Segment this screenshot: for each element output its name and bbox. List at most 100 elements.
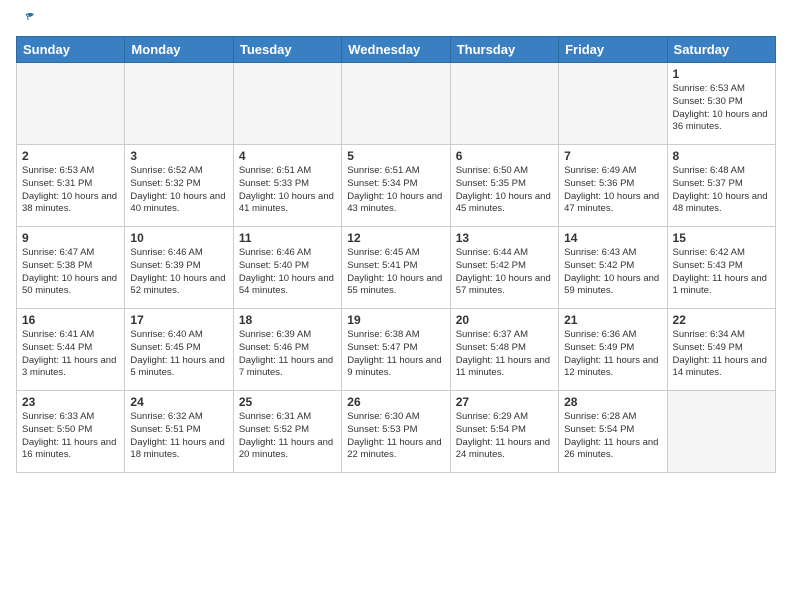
day-number: 14 [564, 231, 661, 245]
day-info: Sunrise: 6:33 AMSunset: 5:50 PMDaylight:… [22, 411, 116, 460]
day-number: 9 [22, 231, 119, 245]
day-number: 10 [130, 231, 227, 245]
calendar-cell: 3 Sunrise: 6:52 AMSunset: 5:32 PMDayligh… [125, 145, 233, 227]
calendar-cell: 13 Sunrise: 6:44 AMSunset: 5:42 PMDaylig… [450, 227, 558, 309]
weekday-header-monday: Monday [125, 37, 233, 63]
day-number: 23 [22, 395, 119, 409]
day-info: Sunrise: 6:51 AMSunset: 5:33 PMDaylight:… [239, 165, 334, 214]
day-number: 16 [22, 313, 119, 327]
calendar-cell: 24 Sunrise: 6:32 AMSunset: 5:51 PMDaylig… [125, 391, 233, 473]
day-info: Sunrise: 6:31 AMSunset: 5:52 PMDaylight:… [239, 411, 333, 460]
calendar-cell: 23 Sunrise: 6:33 AMSunset: 5:50 PMDaylig… [17, 391, 125, 473]
calendar-week-4: 16 Sunrise: 6:41 AMSunset: 5:44 PMDaylig… [17, 309, 776, 391]
day-info: Sunrise: 6:46 AMSunset: 5:39 PMDaylight:… [130, 247, 225, 296]
day-number: 17 [130, 313, 227, 327]
day-info: Sunrise: 6:44 AMSunset: 5:42 PMDaylight:… [456, 247, 551, 296]
calendar-cell: 14 Sunrise: 6:43 AMSunset: 5:42 PMDaylig… [559, 227, 667, 309]
calendar-cell: 2 Sunrise: 6:53 AMSunset: 5:31 PMDayligh… [17, 145, 125, 227]
logo [16, 16, 36, 24]
day-number: 26 [347, 395, 444, 409]
day-info: Sunrise: 6:47 AMSunset: 5:38 PMDaylight:… [22, 247, 117, 296]
day-number: 6 [456, 149, 553, 163]
day-info: Sunrise: 6:49 AMSunset: 5:36 PMDaylight:… [564, 165, 659, 214]
day-number: 19 [347, 313, 444, 327]
day-number: 27 [456, 395, 553, 409]
weekday-header-wednesday: Wednesday [342, 37, 450, 63]
day-number: 28 [564, 395, 661, 409]
day-info: Sunrise: 6:43 AMSunset: 5:42 PMDaylight:… [564, 247, 659, 296]
day-info: Sunrise: 6:46 AMSunset: 5:40 PMDaylight:… [239, 247, 334, 296]
calendar-cell: 22 Sunrise: 6:34 AMSunset: 5:49 PMDaylig… [667, 309, 775, 391]
day-info: Sunrise: 6:50 AMSunset: 5:35 PMDaylight:… [456, 165, 551, 214]
calendar-cell [559, 63, 667, 145]
day-info: Sunrise: 6:42 AMSunset: 5:43 PMDaylight:… [673, 247, 767, 296]
calendar-cell: 17 Sunrise: 6:40 AMSunset: 5:45 PMDaylig… [125, 309, 233, 391]
day-info: Sunrise: 6:53 AMSunset: 5:31 PMDaylight:… [22, 165, 117, 214]
day-info: Sunrise: 6:45 AMSunset: 5:41 PMDaylight:… [347, 247, 442, 296]
day-info: Sunrise: 6:28 AMSunset: 5:54 PMDaylight:… [564, 411, 658, 460]
calendar-cell: 4 Sunrise: 6:51 AMSunset: 5:33 PMDayligh… [233, 145, 341, 227]
day-number: 13 [456, 231, 553, 245]
weekday-header-row: SundayMondayTuesdayWednesdayThursdayFrid… [17, 37, 776, 63]
calendar-cell: 10 Sunrise: 6:46 AMSunset: 5:39 PMDaylig… [125, 227, 233, 309]
calendar-week-2: 2 Sunrise: 6:53 AMSunset: 5:31 PMDayligh… [17, 145, 776, 227]
day-number: 21 [564, 313, 661, 327]
page-header [16, 16, 776, 24]
calendar-cell [342, 63, 450, 145]
calendar-cell: 18 Sunrise: 6:39 AMSunset: 5:46 PMDaylig… [233, 309, 341, 391]
day-info: Sunrise: 6:38 AMSunset: 5:47 PMDaylight:… [347, 329, 441, 378]
calendar-cell: 28 Sunrise: 6:28 AMSunset: 5:54 PMDaylig… [559, 391, 667, 473]
day-number: 5 [347, 149, 444, 163]
calendar-cell: 19 Sunrise: 6:38 AMSunset: 5:47 PMDaylig… [342, 309, 450, 391]
day-info: Sunrise: 6:53 AMSunset: 5:30 PMDaylight:… [673, 83, 768, 132]
day-number: 22 [673, 313, 770, 327]
calendar-cell: 5 Sunrise: 6:51 AMSunset: 5:34 PMDayligh… [342, 145, 450, 227]
day-number: 24 [130, 395, 227, 409]
calendar-week-5: 23 Sunrise: 6:33 AMSunset: 5:50 PMDaylig… [17, 391, 776, 473]
calendar-cell [17, 63, 125, 145]
day-number: 4 [239, 149, 336, 163]
calendar-cell: 21 Sunrise: 6:36 AMSunset: 5:49 PMDaylig… [559, 309, 667, 391]
day-info: Sunrise: 6:34 AMSunset: 5:49 PMDaylight:… [673, 329, 767, 378]
day-info: Sunrise: 6:36 AMSunset: 5:49 PMDaylight:… [564, 329, 658, 378]
day-info: Sunrise: 6:48 AMSunset: 5:37 PMDaylight:… [673, 165, 768, 214]
weekday-header-friday: Friday [559, 37, 667, 63]
day-info: Sunrise: 6:32 AMSunset: 5:51 PMDaylight:… [130, 411, 224, 460]
calendar-cell: 16 Sunrise: 6:41 AMSunset: 5:44 PMDaylig… [17, 309, 125, 391]
weekday-header-saturday: Saturday [667, 37, 775, 63]
day-info: Sunrise: 6:29 AMSunset: 5:54 PMDaylight:… [456, 411, 550, 460]
calendar-cell: 8 Sunrise: 6:48 AMSunset: 5:37 PMDayligh… [667, 145, 775, 227]
day-number: 15 [673, 231, 770, 245]
calendar-cell: 15 Sunrise: 6:42 AMSunset: 5:43 PMDaylig… [667, 227, 775, 309]
calendar-cell [450, 63, 558, 145]
calendar-cell: 6 Sunrise: 6:50 AMSunset: 5:35 PMDayligh… [450, 145, 558, 227]
day-number: 2 [22, 149, 119, 163]
calendar-cell [233, 63, 341, 145]
calendar-week-1: 1 Sunrise: 6:53 AMSunset: 5:30 PMDayligh… [17, 63, 776, 145]
calendar-cell: 27 Sunrise: 6:29 AMSunset: 5:54 PMDaylig… [450, 391, 558, 473]
day-number: 3 [130, 149, 227, 163]
calendar-cell: 7 Sunrise: 6:49 AMSunset: 5:36 PMDayligh… [559, 145, 667, 227]
day-info: Sunrise: 6:41 AMSunset: 5:44 PMDaylight:… [22, 329, 116, 378]
day-info: Sunrise: 6:37 AMSunset: 5:48 PMDaylight:… [456, 329, 550, 378]
day-info: Sunrise: 6:51 AMSunset: 5:34 PMDaylight:… [347, 165, 442, 214]
day-number: 18 [239, 313, 336, 327]
calendar-cell: 20 Sunrise: 6:37 AMSunset: 5:48 PMDaylig… [450, 309, 558, 391]
weekday-header-sunday: Sunday [17, 37, 125, 63]
calendar-week-3: 9 Sunrise: 6:47 AMSunset: 5:38 PMDayligh… [17, 227, 776, 309]
day-info: Sunrise: 6:40 AMSunset: 5:45 PMDaylight:… [130, 329, 224, 378]
logo-bird-icon [16, 12, 36, 28]
calendar-cell [667, 391, 775, 473]
calendar-table: SundayMondayTuesdayWednesdayThursdayFrid… [16, 36, 776, 473]
calendar-cell: 12 Sunrise: 6:45 AMSunset: 5:41 PMDaylig… [342, 227, 450, 309]
calendar-cell: 26 Sunrise: 6:30 AMSunset: 5:53 PMDaylig… [342, 391, 450, 473]
calendar-cell [125, 63, 233, 145]
day-number: 12 [347, 231, 444, 245]
day-number: 11 [239, 231, 336, 245]
day-number: 1 [673, 67, 770, 81]
weekday-header-thursday: Thursday [450, 37, 558, 63]
weekday-header-tuesday: Tuesday [233, 37, 341, 63]
calendar-cell: 1 Sunrise: 6:53 AMSunset: 5:30 PMDayligh… [667, 63, 775, 145]
day-number: 8 [673, 149, 770, 163]
calendar-cell: 9 Sunrise: 6:47 AMSunset: 5:38 PMDayligh… [17, 227, 125, 309]
